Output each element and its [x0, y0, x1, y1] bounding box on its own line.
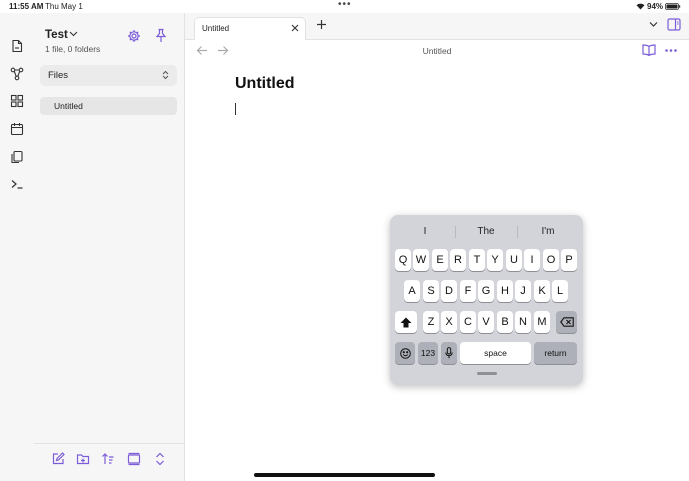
settings-gear-icon[interactable]: [127, 29, 141, 43]
key[interactable]: B: [497, 311, 513, 333]
key[interactable]: P: [561, 249, 577, 271]
view-selector-label: Files: [48, 70, 69, 81]
close-icon[interactable]: [291, 24, 299, 32]
new-note-icon[interactable]: [51, 452, 65, 466]
key[interactable]: H: [497, 280, 513, 302]
key[interactable]: M: [534, 311, 550, 333]
view-header: Untitled: [185, 40, 689, 62]
view-title: Untitled: [422, 46, 452, 56]
battery-icon: [665, 3, 681, 10]
file-item-label: Untitled: [54, 101, 83, 111]
left-ribbon: [0, 13, 34, 481]
note-title[interactable]: Untitled: [235, 75, 295, 93]
tab-label: Untitled: [202, 24, 230, 33]
text-cursor[interactable]: [235, 103, 236, 115]
reading-mode-book-icon[interactable]: [642, 44, 656, 56]
chevron-down-icon[interactable]: [649, 21, 658, 28]
key[interactable]: E: [432, 249, 448, 271]
key[interactable]: K: [534, 280, 550, 302]
key[interactable]: U: [506, 249, 522, 271]
collapse-icon[interactable]: [127, 452, 141, 466]
plus-icon[interactable]: [316, 19, 327, 30]
keyboard-drag-handle[interactable]: [477, 372, 497, 375]
battery-percent: 94%: [647, 2, 664, 11]
dictation-key[interactable]: [441, 342, 457, 364]
key[interactable]: O: [543, 249, 559, 271]
wifi-icon: [636, 3, 645, 10]
right-sidebar-toggle-icon[interactable]: [667, 18, 681, 31]
key[interactable]: V: [478, 311, 494, 333]
key[interactable]: W: [413, 249, 429, 271]
chevron-up-down-icon: [162, 70, 169, 80]
status-time: 11:55 AM: [9, 2, 44, 11]
templates-icon[interactable]: [8, 148, 26, 166]
command-palette-icon[interactable]: [8, 175, 26, 193]
backspace-icon: [559, 317, 574, 327]
open-file-icon[interactable]: [8, 37, 26, 55]
vault-name[interactable]: Test: [45, 29, 68, 41]
emoji-icon: [399, 347, 411, 359]
key[interactable]: F: [460, 280, 476, 302]
sort-icon[interactable]: [101, 452, 115, 466]
shift-arrow-icon: [400, 317, 412, 327]
new-folder-icon[interactable]: [76, 452, 90, 466]
key[interactable]: D: [441, 280, 457, 302]
suggestion-3[interactable]: I'm: [528, 226, 568, 237]
status-bar: 11:55 AM Thu May 1 ••• 94%: [0, 0, 689, 13]
key[interactable]: X: [441, 311, 457, 333]
chevron-down-icon[interactable]: [69, 30, 78, 37]
suggestion-divider: [517, 226, 518, 238]
graph-icon[interactable]: [8, 65, 26, 83]
key[interactable]: G: [478, 280, 494, 302]
suggestion-2[interactable]: The: [466, 226, 506, 237]
return-key[interactable]: return: [534, 342, 577, 364]
view-selector-dropdown[interactable]: Files: [40, 65, 177, 86]
more-options-icon[interactable]: [665, 49, 677, 52]
key[interactable]: C: [460, 311, 476, 333]
key[interactable]: A: [404, 280, 420, 302]
canvas-icon[interactable]: [8, 92, 26, 110]
key[interactable]: L: [552, 280, 568, 302]
suggestion-1[interactable]: I: [405, 226, 445, 237]
key[interactable]: T: [469, 249, 485, 271]
multitasking-dots-icon[interactable]: •••: [338, 0, 352, 10]
floating-keyboard: I The I'm Q W E R T Y U I O P A S D F G …: [390, 215, 583, 385]
expand-icon[interactable]: [153, 452, 167, 466]
shift-key[interactable]: [395, 311, 417, 333]
pin-icon[interactable]: [154, 28, 168, 43]
suggestion-divider: [455, 226, 456, 238]
tab-untitled[interactable]: Untitled: [194, 17, 306, 40]
key[interactable]: I: [524, 249, 540, 271]
numbers-key[interactable]: 123: [418, 342, 438, 364]
space-key[interactable]: space: [460, 342, 531, 364]
key[interactable]: R: [450, 249, 466, 271]
key[interactable]: N: [515, 311, 531, 333]
microphone-icon: [445, 347, 453, 359]
daily-note-icon[interactable]: [8, 120, 26, 138]
key[interactable]: S: [423, 280, 439, 302]
key[interactable]: J: [515, 280, 531, 302]
file-explorer-sidebar: Test 1 file, 0 folders Files Untitled: [34, 13, 185, 481]
file-item[interactable]: Untitled: [40, 97, 177, 115]
delete-key[interactable]: [556, 311, 577, 333]
status-date: Thu May 1: [45, 2, 83, 11]
vault-stats: 1 file, 0 folders: [45, 44, 101, 54]
sidebar-bottom-toolbar: [34, 443, 184, 481]
emoji-key[interactable]: [395, 342, 415, 364]
key[interactable]: Z: [423, 311, 439, 333]
home-indicator[interactable]: [254, 473, 435, 477]
tab-bar: Untitled: [185, 13, 689, 40]
key[interactable]: Q: [395, 249, 411, 271]
key[interactable]: Y: [487, 249, 503, 271]
